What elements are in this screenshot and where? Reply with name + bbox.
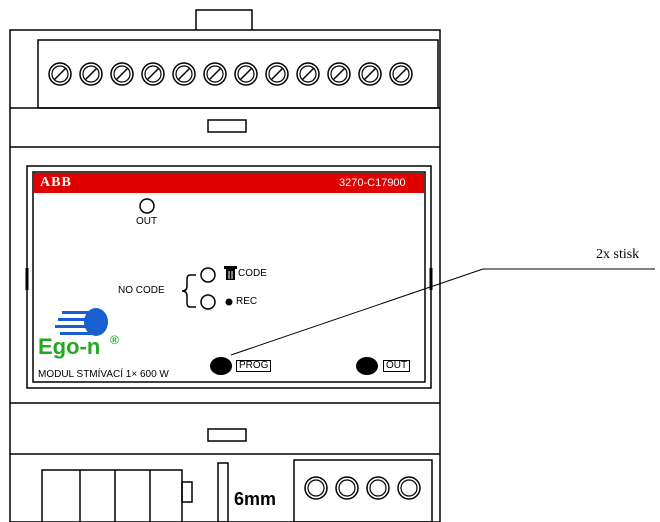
no-code-label: NO CODE [118,285,165,296]
code-led [200,267,216,283]
rec-label: REC [236,296,258,307]
brand-label: ABB [40,175,72,190]
annotation-text: 2x stisk [596,247,640,262]
prog-button[interactable] [210,357,232,375]
code-label: CODE [238,268,267,279]
rec-dot-icon [225,298,233,306]
model-code: 3270-C17900 [339,177,406,189]
device-drawing [9,9,655,522]
logo-registered-mark: ® [110,333,119,347]
module-label: MODUL STMÍVACÍ 1× 600 W [38,369,169,380]
top-hook [195,9,253,30]
out-button-label: OUT [383,360,411,372]
device-outline [9,29,441,522]
logo-text: Ego-n [38,334,101,359]
width-note: 6mm [234,489,277,509]
out-led [139,198,155,214]
prog-button-label: PROG [236,360,272,372]
rec-led [200,294,216,310]
out-led-label: OUT [136,216,158,227]
diagram-canvas: ABB 3270-C17900 OUT NO CODE CODE REC Ego… [0,0,660,522]
out-button[interactable] [356,357,378,375]
